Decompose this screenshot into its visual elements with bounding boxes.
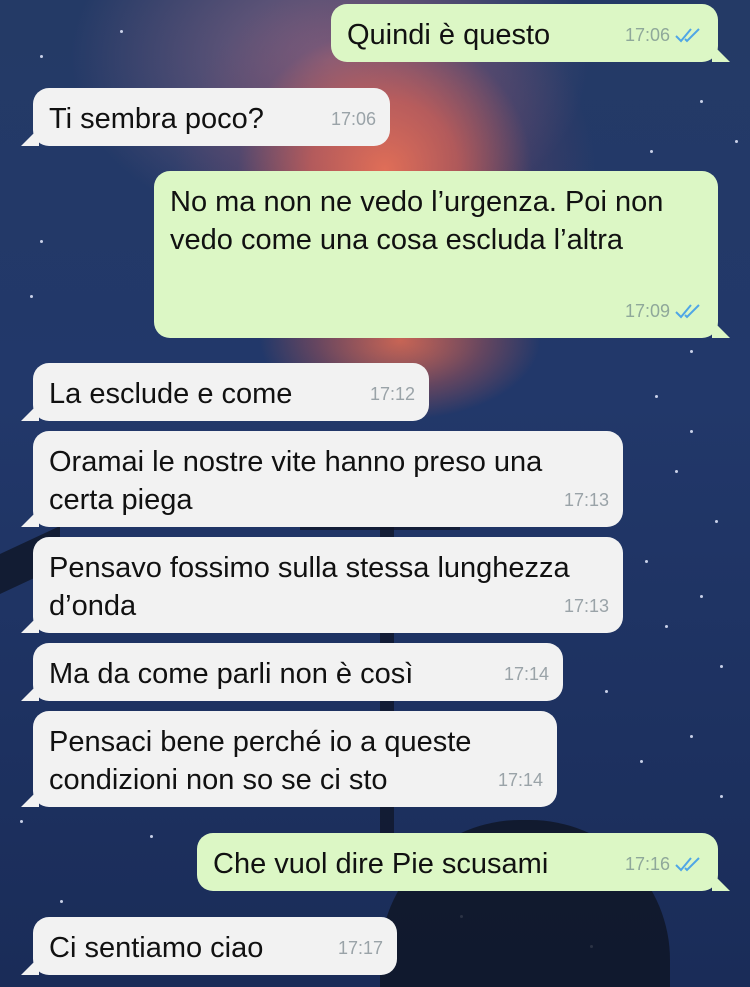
- message-meta: 17:06: [625, 16, 704, 54]
- message-time: 17:17: [337, 938, 383, 958]
- star: [40, 240, 43, 243]
- message-bubble-outgoing[interactable]: Che vuol dire Pie scusami 17:16: [197, 833, 730, 891]
- message-meta: 17:13: [564, 481, 609, 519]
- double-check-icon: [675, 857, 700, 872]
- star: [690, 735, 693, 738]
- message-time: 17:06: [330, 109, 376, 129]
- message-bubble-incoming[interactable]: Pensavo fossimo sulla stessa lunghezza d…: [21, 537, 623, 633]
- message-bubble-outgoing[interactable]: Quindi è questo 17:06: [331, 4, 730, 62]
- message-time: 17:14: [503, 664, 549, 684]
- message-time: 17:09: [624, 301, 670, 321]
- star: [640, 760, 643, 763]
- message-meta: 17:17: [338, 929, 383, 967]
- star: [690, 430, 693, 433]
- message-text: Ci sentiamo ciao: [49, 932, 264, 964]
- message-bubble-incoming[interactable]: Oramai le nostre vite hanno preso una ce…: [21, 431, 623, 527]
- star: [700, 100, 703, 103]
- message-text: Ti sembra poco?: [49, 103, 264, 135]
- star: [645, 560, 648, 563]
- star: [715, 520, 718, 523]
- message-text: Pensaci bene perché io a queste condizio…: [49, 726, 480, 796]
- star: [650, 150, 653, 153]
- star: [675, 470, 678, 473]
- message-meta: 17:16: [625, 845, 704, 883]
- message-time: 17:16: [624, 854, 670, 874]
- star: [720, 795, 723, 798]
- star: [665, 625, 668, 628]
- star: [150, 835, 153, 838]
- star: [735, 140, 738, 143]
- message-text: Che vuol dire Pie scusami: [213, 848, 549, 880]
- star: [720, 665, 723, 668]
- double-check-icon: [675, 304, 700, 319]
- message-meta: 17:14: [498, 761, 543, 799]
- message-meta: 17:09: [625, 292, 704, 330]
- star: [700, 595, 703, 598]
- double-check-icon: [675, 28, 700, 43]
- message-text: Oramai le nostre vite hanno preso una ce…: [49, 446, 551, 516]
- message-text: No ma non ne vedo l’urgenza. Poi non ved…: [170, 186, 672, 256]
- message-time: 17:12: [369, 384, 415, 404]
- message-meta: 17:14: [504, 655, 549, 693]
- message-time: 17:06: [624, 25, 670, 45]
- message-time: 17:14: [497, 770, 543, 790]
- star: [605, 690, 608, 693]
- message-bubble-incoming[interactable]: Ti sembra poco? 17:06: [21, 88, 390, 146]
- message-bubble-incoming[interactable]: La esclude e come 17:12: [21, 363, 429, 421]
- star: [40, 55, 43, 58]
- message-bubble-incoming[interactable]: Ci sentiamo ciao 17:17: [21, 917, 397, 975]
- message-bubble-outgoing[interactable]: No ma non ne vedo l’urgenza. Poi non ved…: [154, 171, 730, 338]
- message-text: Pensavo fossimo sulla stessa lunghezza d…: [49, 552, 578, 622]
- message-meta: 17:12: [370, 375, 415, 413]
- message-text: La esclude e come: [49, 378, 293, 410]
- star: [30, 295, 33, 298]
- star: [20, 820, 23, 823]
- message-text: Quindi è questo: [347, 19, 551, 51]
- message-meta: 17:13: [564, 587, 609, 625]
- message-meta: 17:06: [331, 100, 376, 138]
- message-text: Ma da come parli non è così: [49, 658, 414, 690]
- star: [655, 395, 658, 398]
- message-bubble-incoming[interactable]: Pensaci bene perché io a queste condizio…: [21, 711, 557, 807]
- message-bubble-incoming[interactable]: Ma da come parli non è così 17:14: [21, 643, 563, 701]
- star: [690, 350, 693, 353]
- message-time: 17:13: [563, 596, 609, 616]
- star: [60, 900, 63, 903]
- star: [120, 30, 123, 33]
- message-time: 17:13: [563, 490, 609, 510]
